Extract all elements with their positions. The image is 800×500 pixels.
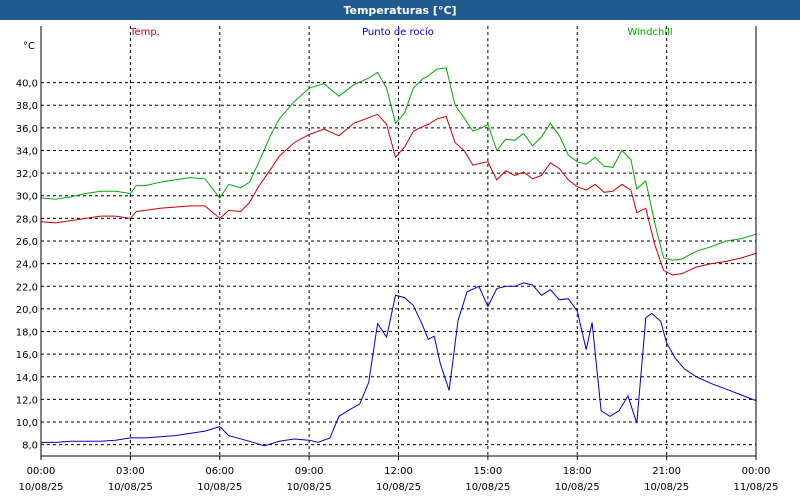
y-tick-label: 40,0 [16, 79, 38, 90]
x-tick-time: 00:00 [742, 466, 771, 477]
y-tick-label: 14,0 [16, 373, 38, 384]
chart-window: Temperaturas [°C] 8,0 10,0 12,0 14,0 16,0 18,… [0, 0, 800, 500]
y-tick-label: 24,0 [16, 260, 38, 271]
x-tick-time: 06:00 [205, 466, 234, 477]
legend-label: Punto de rocío [362, 26, 434, 38]
y-tick-label: 10,0 [16, 418, 38, 429]
chart-title: Temperaturas [°C] [0, 0, 800, 20]
y-tick-label: 26,0 [16, 237, 38, 248]
x-tick-date: 10/08/25 [376, 482, 421, 493]
x-tick-time: 15:00 [473, 466, 502, 477]
x-tick-date: 10/08/25 [644, 482, 689, 493]
y-tick-label: 12,0 [16, 395, 38, 406]
y-tick-label: 8,0 [22, 441, 38, 452]
y-tick-label: 20,0 [16, 305, 38, 316]
x-tick-time: 03:00 [116, 466, 145, 477]
y-axis-unit: °C [23, 41, 35, 52]
y-tick-label: 32,0 [16, 169, 38, 180]
x-tick-date: 10/08/25 [197, 482, 242, 493]
x-tick-time: 18:00 [563, 466, 592, 477]
y-tick-label: 30,0 [16, 192, 38, 203]
x-tick-date: 11/08/25 [734, 482, 779, 493]
y-tick-label: 22,0 [16, 282, 38, 293]
y-tick-label: 16,0 [16, 350, 38, 361]
x-tick-date: 10/08/25 [465, 482, 510, 493]
x-tick-time: 09:00 [295, 466, 324, 477]
legend-label: Temp. [129, 27, 160, 38]
y-tick-label: 38,0 [16, 101, 38, 112]
y-tick-label: 28,0 [16, 214, 38, 225]
x-tick-time: 12:00 [384, 466, 413, 477]
x-tick-date: 10/08/25 [108, 482, 153, 493]
x-tick-time: 21:00 [652, 466, 681, 477]
grid [41, 26, 756, 456]
x-tick-date: 10/08/25 [19, 482, 64, 493]
y-tick-label: 34,0 [16, 146, 38, 157]
x-tick-date: 10/08/25 [555, 482, 600, 493]
y-tick-label: 36,0 [16, 124, 38, 135]
x-tick-date: 10/08/25 [287, 482, 332, 493]
legend-label: Windchill [627, 27, 672, 38]
x-tick-time: 00:00 [27, 466, 56, 477]
temperature-chart: 8,0 10,0 12,0 14,0 16,0 18,0 20,0 22,0 24,0 26,0 2… [16, 26, 779, 493]
y-tick-label: 18,0 [16, 328, 38, 339]
